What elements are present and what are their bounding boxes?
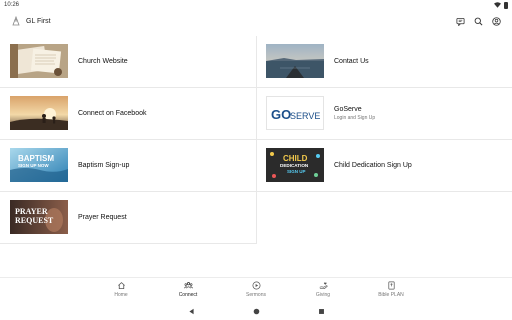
nav-bible-plan[interactable]: Bible PLAN <box>368 281 414 298</box>
tile-title: Baptism Sign-up <box>78 162 130 169</box>
status-time: 10:26 <box>4 2 20 8</box>
goserve-logo-thumbnail: GO SERVE <box>266 96 324 130</box>
chat-icon <box>456 17 465 26</box>
bible-icon <box>387 281 395 290</box>
nav-label: Sermons <box>245 292 266 298</box>
tile-title: Church Website <box>78 58 128 65</box>
tile-baptism-sign-up[interactable]: BAPTISM SIGN UP NOW Baptism Sign-up <box>0 140 256 191</box>
contact-us-thumbnail <box>266 44 324 78</box>
nav-label: Giving <box>315 292 331 298</box>
search-icon <box>474 17 483 26</box>
child-dedication-thumb-line2: DEDICATION <box>280 163 309 168</box>
goserve-logo-go: GO <box>271 107 291 122</box>
status-icons <box>494 1 508 9</box>
tile-title: Contact Us <box>334 58 369 65</box>
child-dedication-thumb-line1: CHILD <box>283 154 308 163</box>
app-header: GL First <box>0 10 512 34</box>
row-divider <box>0 243 256 244</box>
nav-label: Connect <box>178 292 198 298</box>
tile-prayer-request[interactable]: PRAYER REQUEST Prayer Request <box>0 192 256 243</box>
prayer-thumb-line1: PRAYER <box>15 207 48 216</box>
nav-connect[interactable]: Connect <box>165 281 211 298</box>
tile-church-website[interactable]: Church Website <box>0 36 256 87</box>
system-back-button[interactable] <box>186 306 196 316</box>
people-icon <box>183 282 193 289</box>
system-recents-button[interactable] <box>316 306 326 316</box>
tile-child-dedication-sign-up[interactable]: CHILD DEDICATION SIGN UP Child Dedicatio… <box>257 140 512 191</box>
play-icon <box>252 281 260 290</box>
prayer-thumb-line2: REQUEST <box>15 216 54 225</box>
hand-heart-icon <box>319 282 328 289</box>
nav-sermons[interactable]: Sermons <box>233 281 279 298</box>
home-icon <box>117 282 125 290</box>
tile-goserve[interactable]: GO SERVE GoServe Login and Sign Up <box>257 88 512 139</box>
account-button[interactable] <box>491 16 502 27</box>
tile-title: GoServe <box>334 106 362 113</box>
church-logo-icon <box>12 16 20 26</box>
nav-home[interactable]: Home <box>98 281 144 298</box>
tile-title: Child Dedication Sign Up <box>334 162 412 169</box>
status-bar: 10:26 <box>0 0 512 10</box>
recents-square-icon <box>318 308 324 314</box>
facebook-thumbnail <box>10 96 68 130</box>
bottom-navigation: Home Connect Sermons Giving Bible PLAN <box>0 277 512 301</box>
tile-title: Connect on Facebook <box>78 110 147 117</box>
tile-subtitle: Login and Sign Up <box>334 115 376 121</box>
header-actions <box>455 16 502 27</box>
prayer-request-thumbnail: PRAYER REQUEST <box>10 200 68 234</box>
messages-button[interactable] <box>455 16 466 27</box>
child-dedication-thumbnail: CHILD DEDICATION SIGN UP <box>266 148 324 182</box>
tile-contact-us[interactable]: Contact Us <box>257 36 512 87</box>
nav-giving[interactable]: Giving <box>300 281 346 298</box>
back-triangle-icon <box>188 308 194 314</box>
system-home-button[interactable] <box>251 306 261 316</box>
church-website-thumbnail <box>10 44 68 78</box>
tile-connect-on-facebook[interactable]: Connect on Facebook <box>0 88 256 139</box>
search-button[interactable] <box>473 16 484 27</box>
baptism-thumb-line1: BAPTISM <box>18 154 54 163</box>
goserve-logo-serve: SERVE <box>290 111 320 121</box>
battery-icon <box>504 1 508 9</box>
child-dedication-thumb-line3: SIGN UP <box>287 169 306 174</box>
tile-title: Prayer Request <box>78 214 127 221</box>
nav-label: Home <box>114 292 128 298</box>
system-navigation-bar <box>0 302 512 320</box>
app-title: GL First <box>26 18 51 25</box>
wifi-icon <box>494 2 501 8</box>
home-circle-icon <box>253 308 259 314</box>
baptism-thumb-line2: SIGN UP NOW <box>18 163 49 168</box>
account-icon <box>492 17 501 26</box>
nav-label: Bible PLAN <box>378 292 404 298</box>
baptism-thumbnail: BAPTISM SIGN UP NOW <box>10 148 68 182</box>
